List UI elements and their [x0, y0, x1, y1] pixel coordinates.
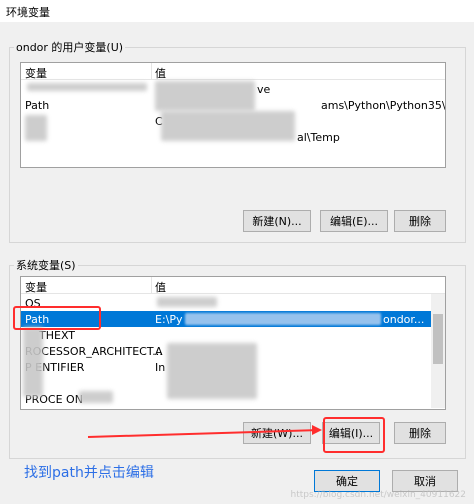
variable-value: ve: [257, 83, 271, 96]
user-list-header: 变量 值: [21, 63, 445, 80]
system-delete-button[interactable]: 删除: [394, 422, 446, 444]
system-list-header: 变量 值: [21, 277, 445, 294]
column-header-value[interactable]: 值: [155, 65, 166, 81]
ok-button[interactable]: 确定: [314, 470, 380, 492]
watermark: https://blog.csdn.net/weixin_40911622: [290, 490, 466, 500]
privacy-blur: [79, 391, 113, 403]
variable-name: THEXT: [39, 329, 76, 342]
column-header-variable[interactable]: 变量: [25, 65, 47, 81]
scrollbar-thumb[interactable]: [433, 314, 443, 364]
highlight-edit-button: [323, 417, 385, 453]
variable-value: A: [155, 345, 163, 358]
privacy-blur: [157, 297, 217, 307]
highlight-path-row: [13, 306, 101, 330]
privacy-blur: [23, 327, 43, 397]
privacy-blur: [25, 115, 47, 141]
variable-value-tail: ondor...: [383, 313, 425, 326]
title-bar: 环境变量: [0, 0, 474, 22]
system-new-button[interactable]: 新建(W)...: [243, 422, 311, 444]
privacy-blur: [167, 343, 257, 399]
variable-value: ams\Python\Python35\S...: [321, 99, 446, 112]
variable-value: al\Temp: [297, 131, 340, 144]
privacy-blur: [27, 83, 147, 91]
system-variables-list[interactable]: 变量 值 OS Path E:\Py ondor... THEXT ROCESS…: [20, 276, 446, 410]
variable-name: ROCESSOR_ARCHITECT...: [25, 345, 163, 358]
column-header-variable[interactable]: 变量: [25, 279, 47, 295]
system-list-scrollbar[interactable]: [431, 294, 445, 408]
user-new-button[interactable]: 新建(N)...: [243, 210, 311, 232]
system-variables-label: 系统变量(S): [14, 257, 78, 273]
privacy-blur: [161, 111, 295, 141]
user-variables-list[interactable]: 变量 值 ve Path ams\Python\Python35\S... C …: [20, 62, 446, 168]
environment-variables-dialog: ondor 的用户变量(U) 变量 值 ve Path ams\Python\P…: [0, 22, 474, 504]
privacy-blur: [185, 313, 381, 325]
user-delete-button[interactable]: 删除: [394, 210, 446, 232]
window-title: 环境变量: [6, 6, 50, 19]
annotation-text: 找到path并点击编辑: [24, 465, 154, 481]
user-variables-label: ondor 的用户变量(U): [14, 39, 126, 55]
variable-value: In: [155, 361, 166, 374]
variable-name: Path: [25, 99, 50, 112]
cancel-button[interactable]: 取消: [392, 470, 458, 492]
variable-value: E:\Py: [155, 313, 183, 326]
column-header-value[interactable]: 值: [155, 279, 166, 295]
user-edit-button[interactable]: 编辑(E)...: [320, 210, 388, 232]
privacy-blur: [155, 81, 255, 111]
